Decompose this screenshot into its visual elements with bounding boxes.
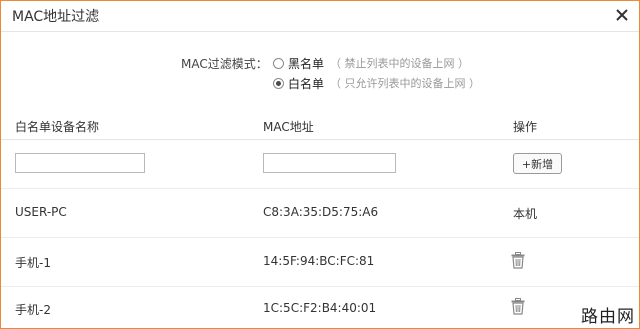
- table-header: 白名单设备名称 MAC地址 操作: [1, 109, 639, 140]
- whitelist-radio[interactable]: [273, 77, 284, 89]
- dialog-title-bar: MAC地址过滤: [1, 1, 639, 32]
- table-row: USER-PC C8:3A:35:D5:75:A6 本机: [1, 189, 639, 238]
- blacklist-radio[interactable]: [273, 57, 284, 69]
- blacklist-hint: （ 禁止列表中的设备上网 ）: [330, 57, 470, 70]
- header-device-name: 白名单设备名称: [15, 120, 100, 134]
- filter-mode-row: MAC过滤模式： 黑名单 （ 禁止列表中的设备上网 ） 白名单 （ 只允许列表中…: [1, 55, 639, 95]
- new-entry-row: +新增: [1, 140, 639, 189]
- header-mac-address: MAC地址: [263, 120, 314, 134]
- local-device-label: 本机: [513, 207, 538, 221]
- device-name: USER-PC: [15, 205, 67, 219]
- header-action: 操作: [513, 120, 538, 134]
- mac-address: C8:3A:35:D5:75:A6: [263, 205, 379, 219]
- device-name: 手机-2: [15, 303, 51, 317]
- watermark-logo: 路由网: [581, 307, 635, 327]
- blacklist-option[interactable]: 黑名单 （ 禁止列表中的设备上网 ）: [273, 54, 469, 72]
- device-name-input[interactable]: [15, 153, 145, 173]
- table-row: 手机-1 14:5F:94:BC:FC:81: [1, 238, 639, 287]
- whitelist-hint: （ 只允许列表中的设备上网 ）: [330, 77, 481, 90]
- mac-address: 14:5F:94:BC:FC:81: [263, 254, 375, 268]
- table-row: 手机-2 1C:5C:F2:B4:40:01: [1, 287, 639, 328]
- device-name: 手机-1: [15, 256, 51, 270]
- whitelist-label[interactable]: 白名单: [288, 75, 324, 92]
- close-icon[interactable]: [613, 6, 631, 24]
- trash-icon[interactable]: [511, 298, 525, 315]
- trash-icon[interactable]: [511, 252, 525, 269]
- blacklist-label[interactable]: 黑名单: [288, 55, 324, 72]
- add-button[interactable]: +新增: [513, 153, 562, 174]
- mac-filter-dialog: MAC地址过滤 MAC过滤模式： 黑名单 （ 禁止列表中的设备上网 ） 白名单 …: [0, 0, 640, 329]
- mac-address-input[interactable]: [263, 153, 396, 173]
- dialog-title: MAC地址过滤: [12, 9, 100, 25]
- filter-mode-label: MAC过滤模式：: [181, 57, 268, 71]
- mac-address: 1C:5C:F2:B4:40:01: [263, 301, 377, 315]
- whitelist-option[interactable]: 白名单 （ 只允许列表中的设备上网 ）: [273, 74, 480, 92]
